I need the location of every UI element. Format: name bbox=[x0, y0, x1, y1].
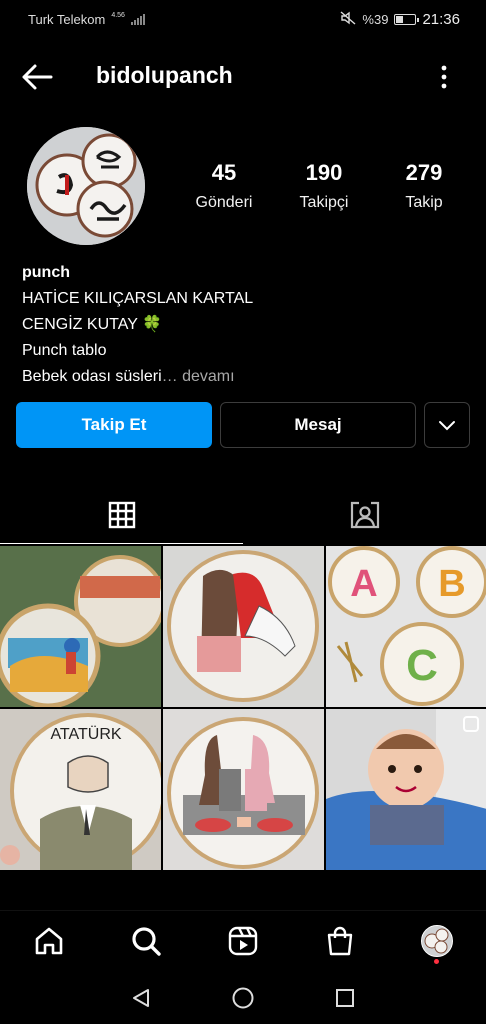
home-icon bbox=[35, 927, 62, 954]
following-stat[interactable]: 279 Takip bbox=[374, 160, 474, 212]
shop-icon bbox=[327, 926, 353, 955]
posts-stat[interactable]: 45 Gönderi bbox=[174, 160, 274, 212]
post-thumbnail[interactable] bbox=[326, 709, 486, 870]
status-right: %39 21:36 bbox=[340, 11, 460, 28]
posts-count: 45 bbox=[211, 160, 237, 185]
vertical-dots-icon bbox=[441, 65, 447, 89]
battery-percent: %39 bbox=[362, 11, 389, 27]
tagged-person-icon bbox=[350, 501, 379, 529]
carrier-name: Turk Telekom bbox=[28, 11, 106, 27]
bio-line: Punch tablo bbox=[22, 342, 107, 359]
signal-icon bbox=[130, 13, 145, 25]
svg-text:A: A bbox=[350, 563, 377, 605]
followers-count: 190 bbox=[305, 160, 343, 185]
nav-home[interactable] bbox=[19, 916, 79, 966]
system-back-button[interactable] bbox=[121, 978, 161, 1018]
profile-header: bidolupanch bbox=[0, 52, 486, 102]
battery-icon bbox=[394, 13, 420, 25]
back-button[interactable] bbox=[20, 62, 54, 92]
profile-bio: punch HATİCE KILIÇARSLAN KARTAL CENGİZ K… bbox=[22, 260, 462, 390]
more-options-button[interactable] bbox=[432, 62, 456, 92]
post-caption-text: ATATÜRK bbox=[50, 725, 121, 743]
post-grid: A BC ATATÜRK bbox=[0, 546, 486, 910]
profile-username: bidolupanch bbox=[96, 62, 233, 88]
profile-stats: 45 Gönderi 190 Takipçi 279 Takip bbox=[174, 160, 474, 212]
nav-search[interactable] bbox=[116, 916, 176, 966]
chevron-down-icon bbox=[439, 421, 455, 431]
arrow-left-icon bbox=[22, 64, 53, 90]
post-thumbnail[interactable]: ATATÜRK bbox=[0, 709, 161, 870]
profile-actions: Takip Et Mesaj bbox=[16, 402, 470, 448]
tab-tagged[interactable] bbox=[243, 486, 486, 544]
followers-stat[interactable]: 190 Takipçi bbox=[274, 160, 374, 212]
nav-shop[interactable] bbox=[310, 916, 370, 966]
profile-tabs bbox=[0, 486, 486, 544]
back-triangle-icon bbox=[133, 989, 149, 1007]
svg-text:B: B bbox=[438, 563, 465, 605]
bio-line: CENGİZ KUTAY 🍀 bbox=[22, 316, 162, 333]
message-button[interactable]: Mesaj bbox=[220, 402, 416, 448]
nav-reels[interactable] bbox=[213, 916, 273, 966]
bio-more-link[interactable]: … devamı bbox=[162, 368, 235, 385]
followers-label: Takipçi bbox=[299, 194, 349, 211]
suggested-accounts-button[interactable] bbox=[424, 402, 470, 448]
bio-name: punch bbox=[22, 264, 70, 281]
recents-square-icon bbox=[336, 989, 354, 1007]
post-thumbnail[interactable] bbox=[163, 546, 324, 707]
post-thumbnail[interactable] bbox=[0, 546, 161, 707]
notification-dot bbox=[434, 958, 440, 964]
following-label: Takip bbox=[405, 194, 443, 211]
nav-profile[interactable] bbox=[407, 916, 467, 966]
svg-text:C: C bbox=[406, 641, 438, 690]
tab-grid[interactable] bbox=[0, 486, 243, 544]
home-circle-icon bbox=[232, 987, 254, 1009]
bottom-navigation bbox=[0, 910, 486, 970]
post-thumbnail[interactable]: A BC bbox=[326, 546, 486, 707]
status-left: Turk Telekom 4.56 bbox=[28, 12, 145, 27]
system-recents-button[interactable] bbox=[325, 978, 365, 1018]
clock: 21:36 bbox=[422, 10, 460, 28]
system-home-button[interactable] bbox=[223, 978, 263, 1018]
system-navigation bbox=[0, 972, 486, 1024]
posts-label: Gönderi bbox=[195, 194, 253, 211]
profile-avatar[interactable] bbox=[27, 127, 145, 245]
bio-line: Bebek odası süsleri bbox=[22, 368, 162, 385]
follow-button[interactable]: Takip Et bbox=[16, 402, 212, 448]
post-thumbnail[interactable] bbox=[163, 709, 324, 870]
bio-line-truncated: Bebek odası süsleri… devamı bbox=[22, 364, 462, 390]
mute-icon bbox=[340, 10, 356, 28]
search-icon bbox=[132, 926, 161, 956]
following-count: 279 bbox=[405, 160, 443, 185]
status-bar: Turk Telekom 4.56 %39 21:36 bbox=[0, 0, 486, 38]
bio-line: HATİCE KILIÇARSLAN KARTAL bbox=[22, 290, 254, 307]
reels-icon bbox=[228, 926, 258, 955]
profile-avatar bbox=[421, 924, 454, 957]
grid-icon bbox=[108, 501, 135, 528]
net-speed: 4.56 bbox=[111, 11, 125, 19]
